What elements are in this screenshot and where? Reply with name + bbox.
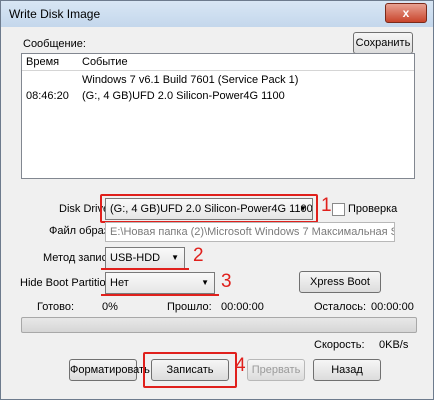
log-event: Windows 7 v6.1 Build 7601 (Service Pack … [82,74,299,86]
image-file-path-field[interactable]: E:\Новая папка (2)\Microsoft Windows 7 М… [105,222,395,242]
verify-label: Проверка [348,203,398,215]
log-time: 08:46:20 [26,90,69,102]
write-progress-bar [21,317,417,333]
annotation-number-4: 4 [235,355,246,376]
remaining-value: 00:00:00 [371,301,414,313]
format-button[interactable]: Форматировать [69,359,150,381]
title-bar: Write Disk Image x [1,1,433,27]
header-divider [22,70,414,71]
write-button[interactable]: Записать [151,359,229,381]
annotation-number-2: 2 [193,245,204,266]
back-button[interactable]: Назад [313,359,381,381]
dropdown-arrow-icon: ▼ [171,253,179,262]
done-label: Готово: [37,301,75,313]
write-method-value: USB-HDD [110,252,161,264]
speed-label: Скорость: [314,339,365,351]
elapsed-label: Прошло: [167,301,212,313]
write-method-select[interactable]: USB-HDD ▼ [105,247,185,269]
underline-2 [101,268,189,270]
abort-button[interactable]: Прервать [247,359,305,381]
column-time: Время [26,56,60,68]
save-log-button[interactable]: Сохранить [353,32,413,54]
window-title: Write Disk Image [9,7,101,21]
done-value: 0% [102,301,118,313]
close-button[interactable]: x [385,3,427,23]
underline-3 [101,294,219,296]
annotation-number-3: 3 [221,271,232,292]
message-log[interactable]: Время Событие Windows 7 v6.1 Build 7601 … [21,53,415,179]
remaining-label: Осталось: [314,301,367,313]
elapsed-value: 00:00:00 [221,301,264,313]
log-header: Время Событие [22,54,414,70]
xpress-boot-button[interactable]: Xpress Boot [299,271,381,293]
speed-value: 0KB/s [379,339,409,351]
hide-boot-partition-value: Нет [110,277,129,289]
close-icon: x [402,6,410,20]
annotation-number-1: 1 [321,195,332,216]
highlight-box-1 [100,194,318,223]
verify-checkbox[interactable] [332,203,345,216]
hide-boot-partition-label: Hide Boot Partition: [20,277,115,289]
write-disk-image-window: Write Disk Image x Сообщение: Сохранить … [0,0,434,400]
log-event: (G:, 4 GB)UFD 2.0 Silicon-Power4G 1100 [82,90,285,102]
column-event: Событие [82,56,128,68]
hide-boot-partition-select[interactable]: Нет ▼ [105,272,215,294]
dropdown-arrow-icon: ▼ [201,278,209,287]
log-label: Сообщение: [23,38,86,50]
